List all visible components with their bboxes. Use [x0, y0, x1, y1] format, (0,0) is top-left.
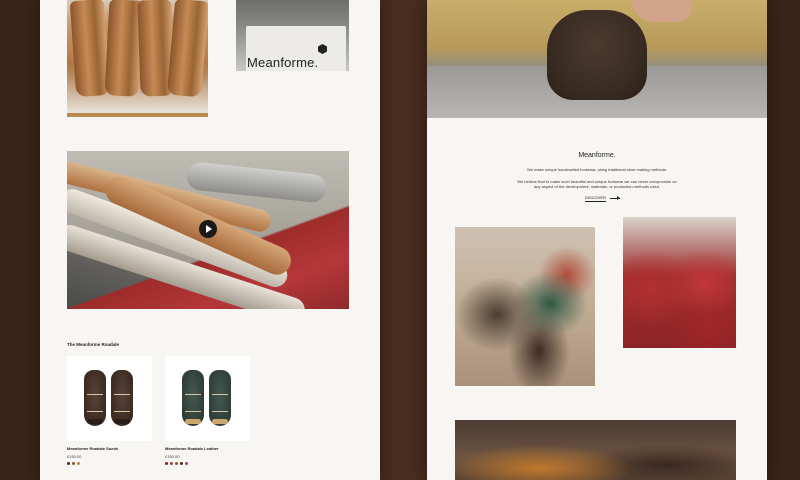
- sole: [87, 419, 103, 424]
- color-swatch[interactable]: [170, 462, 173, 465]
- product-card[interactable]: Meanforme Roadale Suede £150.00: [67, 356, 152, 465]
- product-card[interactable]: Meanforme Roadale Leather £150.00: [165, 356, 250, 465]
- brand-wordmark: Meanforme.: [247, 55, 319, 70]
- product-image[interactable]: [67, 356, 152, 441]
- product-name[interactable]: Meanforme Roadale Leather: [165, 446, 250, 451]
- about-text: We make unique handcrafted footwear, usi…: [526, 167, 667, 172]
- discover-label[interactable]: DISCOVER: [585, 195, 606, 202]
- shoe-icon: [84, 370, 106, 426]
- paper-bag: [166, 0, 208, 98]
- shoe-icon: [111, 370, 133, 426]
- product-price: £150.00: [165, 454, 180, 459]
- right-page-mockup: Meanforme. We make unique handcrafted fo…: [427, 0, 767, 480]
- color-swatch[interactable]: [185, 462, 188, 465]
- about-text: any aspect of the development, materials…: [534, 184, 660, 189]
- left-page-mockup: Meanforme. The Meanforme Roadale Meanfor…: [40, 0, 380, 480]
- product-image[interactable]: [165, 356, 250, 441]
- play-icon[interactable]: [199, 220, 217, 238]
- arrow-right-icon: [609, 196, 620, 200]
- collection-title: The Meanforme Roadale: [67, 342, 120, 347]
- hand: [632, 0, 692, 22]
- color-swatches: [165, 462, 250, 465]
- color-swatch[interactable]: [175, 462, 178, 465]
- shoe-icon: [182, 370, 204, 426]
- brand-card-photo: Meanforme.: [236, 0, 349, 71]
- color-swatches: [67, 462, 152, 465]
- sole: [212, 419, 228, 424]
- red-moccasins-photo: [623, 217, 736, 348]
- lace: [87, 394, 103, 412]
- color-swatch[interactable]: [180, 462, 183, 465]
- lace: [185, 394, 201, 412]
- lace: [114, 394, 130, 412]
- discover-link[interactable]: DISCOVER: [585, 195, 620, 202]
- sole: [185, 419, 201, 424]
- sole: [114, 419, 130, 424]
- about-title: Meanforme.: [578, 152, 616, 159]
- color-swatch[interactable]: [72, 462, 75, 465]
- moccasin-shoe: [547, 10, 647, 100]
- paper-bags-photo: [67, 0, 208, 117]
- color-swatch[interactable]: [67, 462, 70, 465]
- product-name[interactable]: Meanforme Roadale Suede: [67, 446, 152, 451]
- color-swatch[interactable]: [77, 462, 80, 465]
- lace: [212, 394, 228, 412]
- moccasins-trio-photo: [455, 227, 595, 386]
- product-price: £150.00: [67, 454, 82, 459]
- boots-row-photo: [455, 420, 736, 480]
- shoe-icon: [209, 370, 231, 426]
- color-swatch[interactable]: [165, 462, 168, 465]
- hero-moccasin-photo: [427, 0, 767, 118]
